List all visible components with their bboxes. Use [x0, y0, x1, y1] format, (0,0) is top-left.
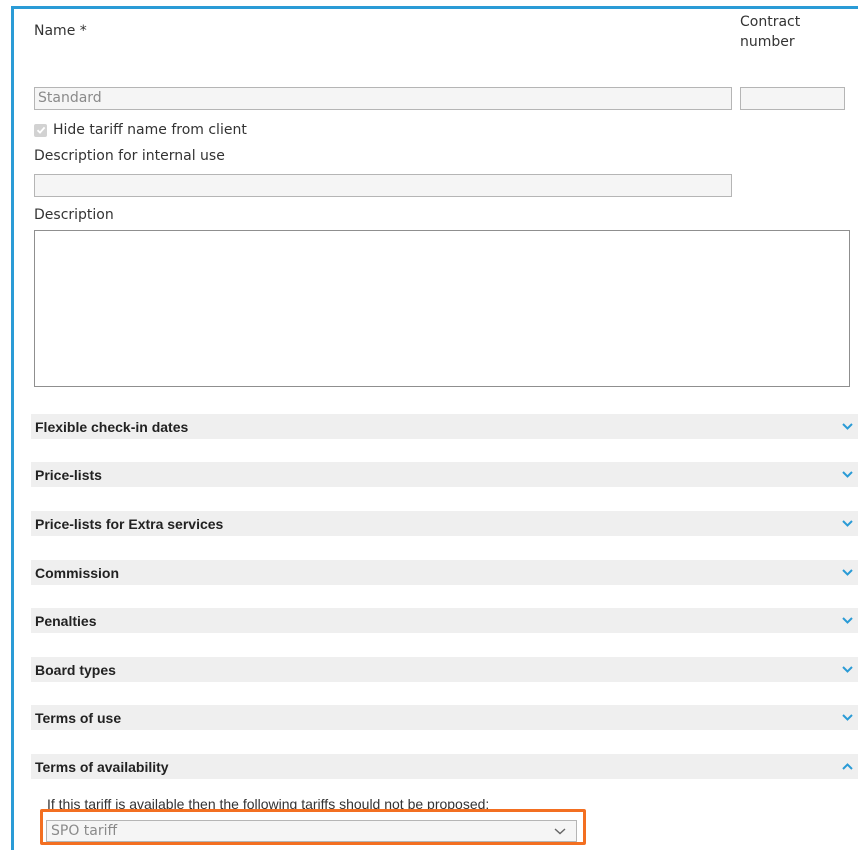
description-label: Description [34, 207, 114, 223]
description-textarea[interactable] [34, 230, 850, 387]
name-label: Name * [34, 23, 87, 39]
dropdown-arrow-icon[interactable] [554, 826, 566, 836]
chevron-down-icon[interactable] [841, 567, 854, 578]
section-price-lists[interactable]: Price-lists [31, 462, 858, 487]
section-title: Price-lists [35, 466, 102, 483]
section-title: Terms of availability [35, 758, 169, 775]
hide-tariff-name-row[interactable]: Hide tariff name from client [34, 121, 247, 139]
hide-tariff-name-checkbox[interactable] [34, 123, 47, 137]
section-title: Commission [35, 564, 120, 581]
excluded-tariffs-select[interactable]: SPO tariff [46, 820, 577, 842]
chevron-down-icon[interactable] [841, 469, 854, 480]
chevron-up-icon[interactable] [841, 761, 854, 772]
section-flexible-check-in-dates[interactable]: Flexible check-in dates [31, 414, 858, 439]
section-price-lists-extra-services[interactable]: Price-lists for Extra services [31, 511, 858, 536]
section-penalties[interactable]: Penalties [31, 608, 858, 633]
section-terms-of-availability[interactable]: Terms of availability [31, 754, 858, 779]
excluded-tariffs-select-value: SPO tariff [51, 823, 118, 839]
name-input[interactable]: Standard [34, 87, 732, 110]
contract-number-label: Contract number [740, 14, 801, 50]
section-terms-of-use[interactable]: Terms of use [31, 705, 858, 730]
chevron-down-icon[interactable] [841, 518, 854, 529]
section-title: Penalties [35, 612, 97, 629]
section-title: Price-lists for Extra services [35, 515, 224, 532]
description-internal-label: Description for internal use [34, 148, 225, 164]
description-internal-input[interactable] [34, 174, 732, 197]
chevron-down-icon[interactable] [841, 615, 854, 626]
chevron-down-icon[interactable] [841, 421, 854, 432]
contract-number-input[interactable] [740, 87, 845, 110]
chevron-down-icon[interactable] [841, 664, 854, 675]
section-title: Terms of use [35, 709, 122, 726]
section-commission[interactable]: Commission [31, 560, 858, 585]
section-title: Flexible check-in dates [35, 418, 189, 435]
hide-tariff-name-label: Hide tariff name from client [53, 122, 247, 138]
chevron-down-icon[interactable] [841, 712, 854, 723]
section-board-types[interactable]: Board types [31, 657, 858, 682]
checkmark-icon [36, 126, 45, 134]
section-title: Board types [35, 661, 116, 678]
